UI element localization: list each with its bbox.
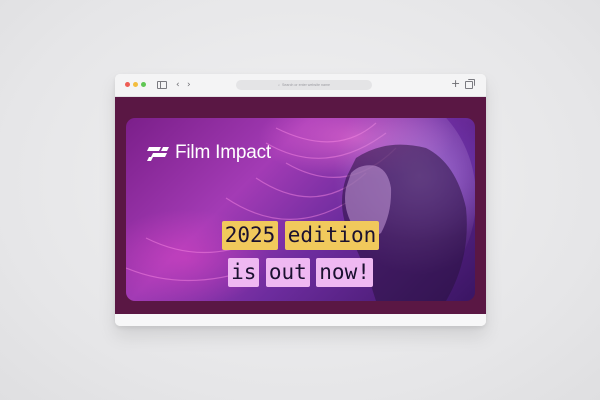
hero-banner: Film Impact 2025 edition is out now! xyxy=(126,118,475,301)
film-impact-logo-icon xyxy=(147,147,169,161)
headline-chip: is xyxy=(228,258,260,287)
browser-window: ‹ › ⌕ Search or enter website name + Fil… xyxy=(115,74,486,326)
back-button[interactable]: ‹ xyxy=(176,79,180,91)
magnifier-icon: ⌕ xyxy=(278,83,281,87)
headline-chip: edition xyxy=(284,221,380,250)
headline-line-1: 2025 edition xyxy=(126,221,475,250)
scene: ‹ › ⌕ Search or enter website name + Fil… xyxy=(0,0,600,400)
new-tab-button[interactable]: + xyxy=(451,78,460,90)
tab-overview-icon[interactable] xyxy=(465,79,475,89)
brand-logo[interactable]: Film Impact xyxy=(147,142,271,164)
close-window-button[interactable] xyxy=(125,82,130,87)
web-page: Film Impact 2025 edition is out now! xyxy=(115,97,486,314)
address-placeholder: Search or enter website name xyxy=(282,83,330,87)
headline-line-2: is out now! xyxy=(126,258,475,287)
sidebar-toggle-icon[interactable] xyxy=(157,81,167,89)
maximize-window-button[interactable] xyxy=(141,82,146,87)
headline-chip: out xyxy=(265,258,310,287)
browser-bottom-bar xyxy=(115,314,486,326)
minimize-window-button[interactable] xyxy=(133,82,138,87)
headline-chip: now! xyxy=(316,258,373,287)
brand-name: Film Impact xyxy=(175,142,271,163)
headline-chip: 2025 xyxy=(221,221,279,250)
forward-button[interactable]: › xyxy=(187,79,191,91)
address-bar[interactable]: ⌕ Search or enter website name xyxy=(236,80,372,90)
browser-toolbar: ‹ › ⌕ Search or enter website name + xyxy=(115,74,486,97)
